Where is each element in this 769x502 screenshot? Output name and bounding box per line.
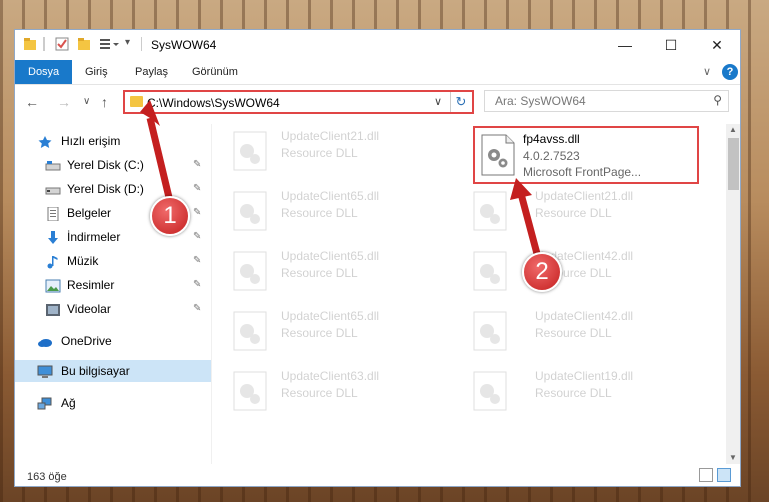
- arrow-2-head: [510, 178, 532, 200]
- step-1-badge: 1: [150, 196, 190, 236]
- step-2-badge: 2: [522, 252, 562, 292]
- annotation-arrows: [140, 100, 544, 266]
